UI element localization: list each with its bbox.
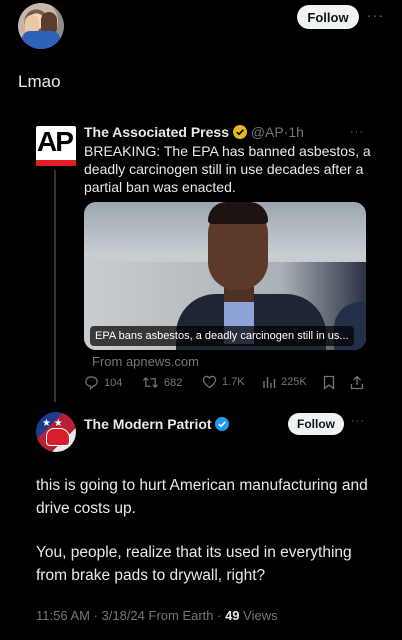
image-caption: EPA bans asbestos, a deadly carcinogen s… — [90, 326, 354, 346]
reply-follow-button[interactable]: Follow — [288, 413, 344, 435]
reply-metric[interactable]: 104 — [84, 375, 122, 390]
views-metric[interactable]: 225K — [262, 375, 307, 389]
reply-author-avatar[interactable]: ★ ★ — [36, 412, 76, 452]
like-metric[interactable]: 1.7K — [202, 375, 245, 389]
post-meta-footer: 11:56 AM · 3/18/24 From Earth · 49 Views — [36, 608, 278, 623]
post-text: Lmao — [18, 72, 61, 91]
quoted-more-icon[interactable]: ··· — [350, 126, 364, 138]
quoted-time[interactable]: 1h — [288, 124, 304, 140]
author-avatar[interactable] — [18, 3, 64, 49]
follow-button[interactable]: Follow — [297, 5, 359, 29]
reply-paragraph-2: You, people, realize that its used in ev… — [36, 544, 352, 584]
link-source[interactable]: From apnews.com — [92, 354, 199, 369]
verified-gold-icon — [232, 125, 247, 139]
reply-header: The Modern Patriot — [84, 416, 230, 432]
quoted-author-name[interactable]: The Associated Press — [84, 124, 229, 140]
post-timestamp[interactable]: 11:56 AM · 3/18/24 From Earth · — [36, 608, 221, 623]
post-views-label: Views — [243, 608, 278, 623]
like-icon — [202, 375, 217, 389]
reply-count: 104 — [104, 376, 123, 389]
more-options-icon[interactable]: ··· — [367, 7, 384, 23]
bookmark-icon[interactable] — [323, 375, 335, 395]
quoted-body: BREAKING: The EPA has banned asbestos, a… — [84, 143, 371, 195]
repost-count: 682 — [164, 376, 183, 389]
verified-blue-icon — [215, 417, 230, 431]
quoted-handle[interactable]: @AP — [251, 124, 284, 140]
views-icon — [263, 377, 276, 388]
reply-paragraph-1: this is going to hurt American manufactu… — [36, 477, 368, 517]
thread-connector — [54, 170, 56, 402]
ap-logo[interactable]: AP — [36, 126, 76, 166]
post-view-count: 49 — [225, 608, 240, 623]
views-count: 225K — [281, 376, 307, 388]
quoted-header: The Associated Press @AP·1h — [84, 124, 304, 140]
reply-icon — [85, 376, 98, 390]
like-count: 1.7K — [222, 376, 245, 388]
share-icon[interactable] — [350, 375, 364, 395]
repost-icon — [143, 376, 158, 389]
reply-author-name[interactable]: The Modern Patriot — [84, 416, 212, 432]
repost-metric[interactable]: 682 — [142, 375, 182, 390]
reply-more-icon[interactable]: ··· — [351, 415, 365, 427]
